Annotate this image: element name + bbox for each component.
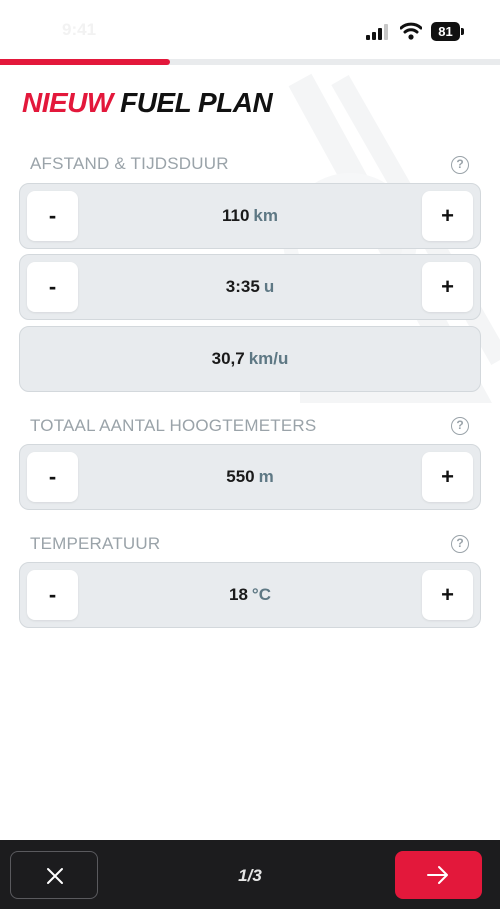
elevation-stepper: - 550 m + [19, 444, 481, 510]
distance-number: 110 [221, 206, 250, 225]
progress-fill [0, 59, 170, 65]
duration-stepper: - 3:35 u + [19, 254, 481, 320]
signal-icon [366, 24, 388, 40]
help-icon-distance[interactable]: ? [451, 156, 469, 174]
bottom-navigation-bar: 1/3 [0, 840, 500, 909]
temperature-value: 18 °C [80, 563, 420, 627]
page-title: NIEUW FUEL PLAN [22, 87, 273, 119]
page-indicator: 1/3 [238, 866, 262, 885]
duration-decrement-button[interactable]: - [27, 262, 78, 312]
status-time: 9:41 [62, 20, 97, 39]
elevation-section-label: TOTAAL AANTAL HOOGTEMETERS [30, 416, 317, 435]
distance-increment-button[interactable]: + [422, 191, 473, 241]
temperature-section-label: TEMPERATUUR [30, 534, 161, 553]
distance-section-label: AFSTAND & TIJDSDUUR [30, 154, 229, 173]
battery-level: 81 [438, 24, 453, 39]
duration-value: 3:35 u [80, 255, 420, 319]
speed-display: 30,7 km/u [19, 326, 481, 392]
speed-unit: km/u [248, 349, 289, 368]
distance-value: 110 km [80, 184, 420, 248]
distance-stepper: - 110 km + [19, 183, 481, 249]
close-icon [47, 868, 63, 884]
duration-number: 3:35 [225, 277, 260, 296]
battery-icon: 81 [431, 22, 464, 41]
elevation-number: 550 [226, 467, 255, 486]
elevation-increment-button[interactable]: + [422, 452, 473, 502]
duration-increment-button[interactable]: + [422, 262, 473, 312]
duration-unit: u [263, 277, 275, 296]
temperature-increment-button[interactable]: + [422, 570, 473, 620]
temperature-number: 18 [229, 585, 248, 604]
help-icon-elevation[interactable]: ? [451, 417, 469, 435]
temperature-decrement-button[interactable]: - [27, 570, 78, 620]
temperature-stepper: - 18 °C + [19, 562, 481, 628]
arrow-right-icon [427, 866, 448, 884]
close-button[interactable] [10, 851, 98, 899]
fuel-plan-screen: 9:41 81 NIEUW FUEL PLAN AFSTAND & TIJDSD… [0, 0, 500, 909]
help-icon-temperature[interactable]: ? [451, 535, 469, 553]
temperature-unit: °C [251, 585, 271, 604]
elevation-unit: m [258, 467, 274, 486]
distance-unit: km [253, 206, 278, 225]
next-button[interactable] [395, 851, 482, 899]
speed-value: 30,7 km/u [20, 327, 480, 391]
page-title-accent: NIEUW [22, 87, 113, 118]
speed-number: 30,7 [211, 349, 245, 368]
elevation-value: 550 m [80, 445, 420, 509]
progress-bar [0, 59, 500, 65]
battery-cap [461, 28, 464, 35]
elevation-decrement-button[interactable]: - [27, 452, 78, 502]
status-bar: 9:41 81 [0, 0, 500, 60]
wifi-icon [400, 22, 422, 40]
page-title-main: FUEL PLAN [120, 87, 273, 118]
distance-decrement-button[interactable]: - [27, 191, 78, 241]
